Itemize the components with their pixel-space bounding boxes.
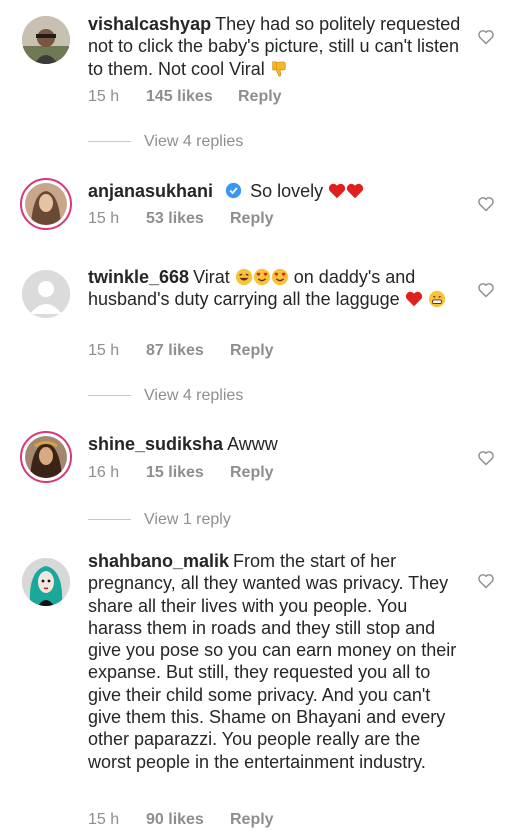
comment-likes[interactable]: 145 likes xyxy=(146,88,238,106)
view-replies-label[interactable]: View 4 replies xyxy=(144,133,243,150)
comment-username[interactable]: twinkle_668 xyxy=(88,267,189,287)
heart-outline-icon[interactable] xyxy=(477,282,495,298)
heart-eyes-emoji-icon xyxy=(271,268,288,286)
avatar[interactable] xyxy=(22,558,70,606)
view-replies-button[interactable]: View 1 reply xyxy=(88,511,231,529)
comment-username[interactable]: anjanasukhani xyxy=(88,181,213,201)
thumbs-down-emoji-icon xyxy=(272,61,286,77)
heart-eyes-emoji-icon xyxy=(253,268,270,286)
laughing-emoji-icon xyxy=(235,268,252,286)
comment-time: 15 h xyxy=(88,811,120,828)
heart-outline-icon[interactable] xyxy=(477,573,495,589)
heart-outline-icon[interactable] xyxy=(477,29,495,45)
heart-outline-icon[interactable] xyxy=(477,450,495,466)
view-replies-label[interactable]: View 1 reply xyxy=(144,511,231,528)
divider-line xyxy=(88,519,131,521)
view-replies-button[interactable]: View 4 replies xyxy=(88,387,243,405)
grinning-emoji-icon xyxy=(428,291,445,308)
comment-text: Virat xyxy=(193,267,230,287)
avatar[interactable] xyxy=(22,16,70,64)
divider-line xyxy=(88,141,131,143)
comment-time: 15 h xyxy=(88,88,120,105)
avatar[interactable] xyxy=(20,178,72,230)
reply-button[interactable]: Reply xyxy=(230,464,274,482)
comment-text: Awww xyxy=(227,434,278,454)
comment-username[interactable]: shine_sudiksha xyxy=(88,434,223,454)
view-replies-label[interactable]: View 4 replies xyxy=(144,387,243,404)
comment-text: So lovely xyxy=(250,181,324,201)
comment-username[interactable]: vishalcashyap xyxy=(88,14,211,34)
comment-text: From the start of her pregnancy, all the… xyxy=(88,551,457,772)
divider-line xyxy=(88,395,131,397)
comment-likes[interactable]: 87 likes xyxy=(146,342,230,360)
heart-outline-icon[interactable] xyxy=(477,196,495,212)
reply-button[interactable]: Reply xyxy=(230,811,274,829)
verified-badge-icon xyxy=(225,182,242,199)
avatar[interactable] xyxy=(20,431,72,483)
reply-button[interactable]: Reply xyxy=(230,342,274,360)
view-replies-button[interactable]: View 4 replies xyxy=(88,133,243,151)
comment-time: 15 h xyxy=(88,210,120,227)
red-heart-emoji-icon xyxy=(347,183,364,199)
comment-time: 16 h xyxy=(88,464,120,481)
avatar[interactable] xyxy=(22,270,70,318)
reply-button[interactable]: Reply xyxy=(238,88,282,106)
reply-button[interactable]: Reply xyxy=(230,210,274,228)
comment-likes[interactable]: 90 likes xyxy=(146,811,230,829)
comment-time: 15 h xyxy=(88,342,120,359)
comment-likes[interactable]: 15 likes xyxy=(146,464,230,482)
red-heart-emoji-icon xyxy=(329,183,346,199)
comment-username[interactable]: shahbano_malik xyxy=(88,551,229,571)
comment-likes[interactable]: 53 likes xyxy=(146,210,230,228)
red-heart-emoji-icon xyxy=(405,292,422,307)
